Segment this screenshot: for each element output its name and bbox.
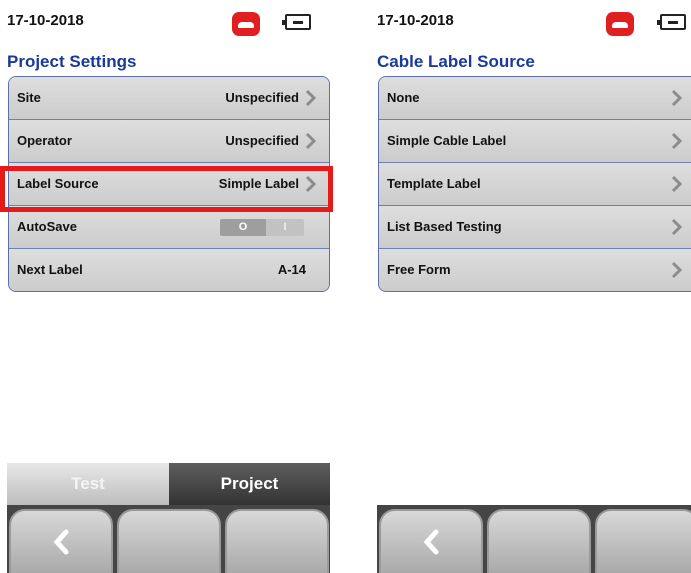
status-bar: 17-10-2018 <box>371 0 691 52</box>
softkey-2[interactable] <box>487 509 591 573</box>
softkey-2[interactable] <box>117 509 221 573</box>
back-button[interactable] <box>9 509 113 573</box>
site-row[interactable]: Site Unspecified <box>9 77 329 120</box>
back-chevron-icon <box>53 529 69 555</box>
softkey-3[interactable] <box>595 509 691 573</box>
tab-test[interactable]: Test <box>7 463 169 505</box>
option-free-form[interactable]: Free Form <box>379 249 691 291</box>
battery-plug-icon <box>282 14 311 30</box>
toggle-on-label: I <box>266 219 304 236</box>
option-list: None Simple Cable Label Template Label L… <box>378 76 691 292</box>
page-title: Cable Label Source <box>377 52 535 71</box>
operator-row[interactable]: Operator Unspecified <box>9 120 329 163</box>
row-label: AutoSave <box>17 219 77 234</box>
next-label-row: Next Label A-14 <box>9 249 329 291</box>
option-simple-cable-label[interactable]: Simple Cable Label <box>379 120 691 163</box>
chevron-right-icon <box>671 132 685 150</box>
cable-label-source-screen: 17-10-2018 Cable Label Source None Simpl… <box>371 0 691 573</box>
project-settings-screen: 17-10-2018 Project Settings Site Unspeci… <box>0 0 336 573</box>
back-button[interactable] <box>379 509 483 573</box>
battery-plug-icon <box>657 14 686 30</box>
toggle-off-label: O <box>220 219 266 236</box>
autosave-row: AutoSave O I <box>9 206 329 249</box>
chevron-right-icon <box>671 261 685 279</box>
option-label: Free Form <box>387 262 451 277</box>
option-template-label[interactable]: Template Label <box>379 163 691 206</box>
date-label: 17-10-2018 <box>7 12 84 29</box>
row-value: Unspecified <box>225 133 299 148</box>
highlight-box <box>0 166 333 212</box>
option-list-based-testing[interactable]: List Based Testing <box>379 206 691 249</box>
row-label: Site <box>17 90 41 105</box>
tab-project[interactable]: Project <box>169 463 330 505</box>
option-label: None <box>387 90 420 105</box>
option-none[interactable]: None <box>379 77 691 120</box>
softkey-bar <box>7 505 330 573</box>
chevron-right-icon <box>305 132 319 150</box>
status-bar: 17-10-2018 <box>0 0 336 52</box>
back-chevron-icon <box>423 529 439 555</box>
softkey-bar <box>377 505 691 573</box>
row-value: Unspecified <box>225 90 299 105</box>
autosave-toggle[interactable]: O I <box>220 219 304 236</box>
option-label: List Based Testing <box>387 219 502 234</box>
chevron-right-icon <box>671 218 685 236</box>
option-label: Template Label <box>387 176 481 191</box>
softkey-3[interactable] <box>225 509 329 573</box>
chevron-right-icon <box>305 89 319 107</box>
row-label: Operator <box>17 133 72 148</box>
row-label: Next Label <box>17 262 83 277</box>
option-label: Simple Cable Label <box>387 133 507 148</box>
page-title: Project Settings <box>7 52 137 71</box>
row-value: A-14 <box>277 262 306 277</box>
tab-bar: Test Project <box>7 463 330 505</box>
date-label: 17-10-2018 <box>377 12 454 29</box>
phone-hangup-icon[interactable] <box>606 12 634 36</box>
phone-hangup-icon[interactable] <box>232 12 260 36</box>
chevron-right-icon <box>671 175 685 193</box>
chevron-right-icon <box>671 89 685 107</box>
